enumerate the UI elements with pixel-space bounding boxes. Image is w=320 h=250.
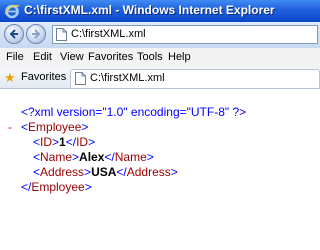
child-value: 1 [59, 135, 66, 149]
xml-content: <?xml version="1.0" encoding="UTF-8" ?> … [0, 89, 320, 250]
star-icon: ★ [4, 70, 16, 85]
forward-arrow-icon [32, 29, 41, 39]
menu-file[interactable]: File [6, 51, 24, 63]
favorites-button[interactable]: ★ Favorites [3, 69, 79, 87]
child-value: USA [91, 165, 117, 179]
xml-root-open: <Employee> [21, 120, 89, 134]
back-button[interactable] [4, 24, 24, 44]
child-open-tag: Address [40, 165, 85, 179]
navigation-bar: C:\firstXML.xml [0, 22, 320, 49]
menu-edit[interactable]: Edit [33, 51, 52, 63]
address-url: C:\firstXML.xml [71, 28, 146, 40]
xml-element-row: <ID>1</ID> [33, 135, 96, 149]
favorites-label: Favorites [21, 71, 67, 83]
child-close-tag: Address [126, 165, 171, 179]
collapse-toggle[interactable]: - [8, 120, 12, 135]
child-value: Alex [79, 150, 105, 164]
window-title: C:\firstXML.xml - Windows Internet Explo… [24, 3, 275, 17]
xml-declaration: <?xml version="1.0" encoding="UTF-8" ?> [21, 105, 247, 119]
tab-title: C:\firstXML.xml [90, 72, 165, 84]
tab-page-icon [75, 72, 86, 85]
address-bar[interactable]: C:\firstXML.xml [52, 25, 318, 44]
menu-tools[interactable]: Tools [137, 51, 163, 63]
ie-logo-icon [4, 3, 20, 19]
favorites-bar: ★ Favorites C:\firstXML.xml [0, 68, 320, 89]
xml-element-row: <Address>USA</Address> [33, 165, 178, 179]
menu-view[interactable]: View [60, 51, 84, 63]
child-close-tag: Name [114, 150, 147, 164]
title-bar: C:\firstXML.xml - Windows Internet Explo… [0, 0, 320, 22]
tab-current-page[interactable]: C:\firstXML.xml [70, 69, 320, 88]
xml-root-close: </Employee> [21, 180, 92, 194]
child-open-tag: Name [40, 150, 73, 164]
menu-favorites[interactable]: Favorites [88, 51, 133, 63]
menu-bar: File Edit View Favorites Tools Help [0, 48, 320, 69]
menu-help[interactable]: Help [168, 51, 191, 63]
back-arrow-icon [9, 29, 18, 39]
root-close-tag: Employee [31, 180, 85, 194]
child-close-tag: ID [76, 135, 89, 149]
page-icon [56, 28, 67, 41]
child-open-tag: ID [40, 135, 53, 149]
xml-element-row: <Name>Alex</Name> [33, 150, 154, 164]
root-open-tag: Employee [28, 120, 82, 134]
forward-button[interactable] [26, 24, 46, 44]
